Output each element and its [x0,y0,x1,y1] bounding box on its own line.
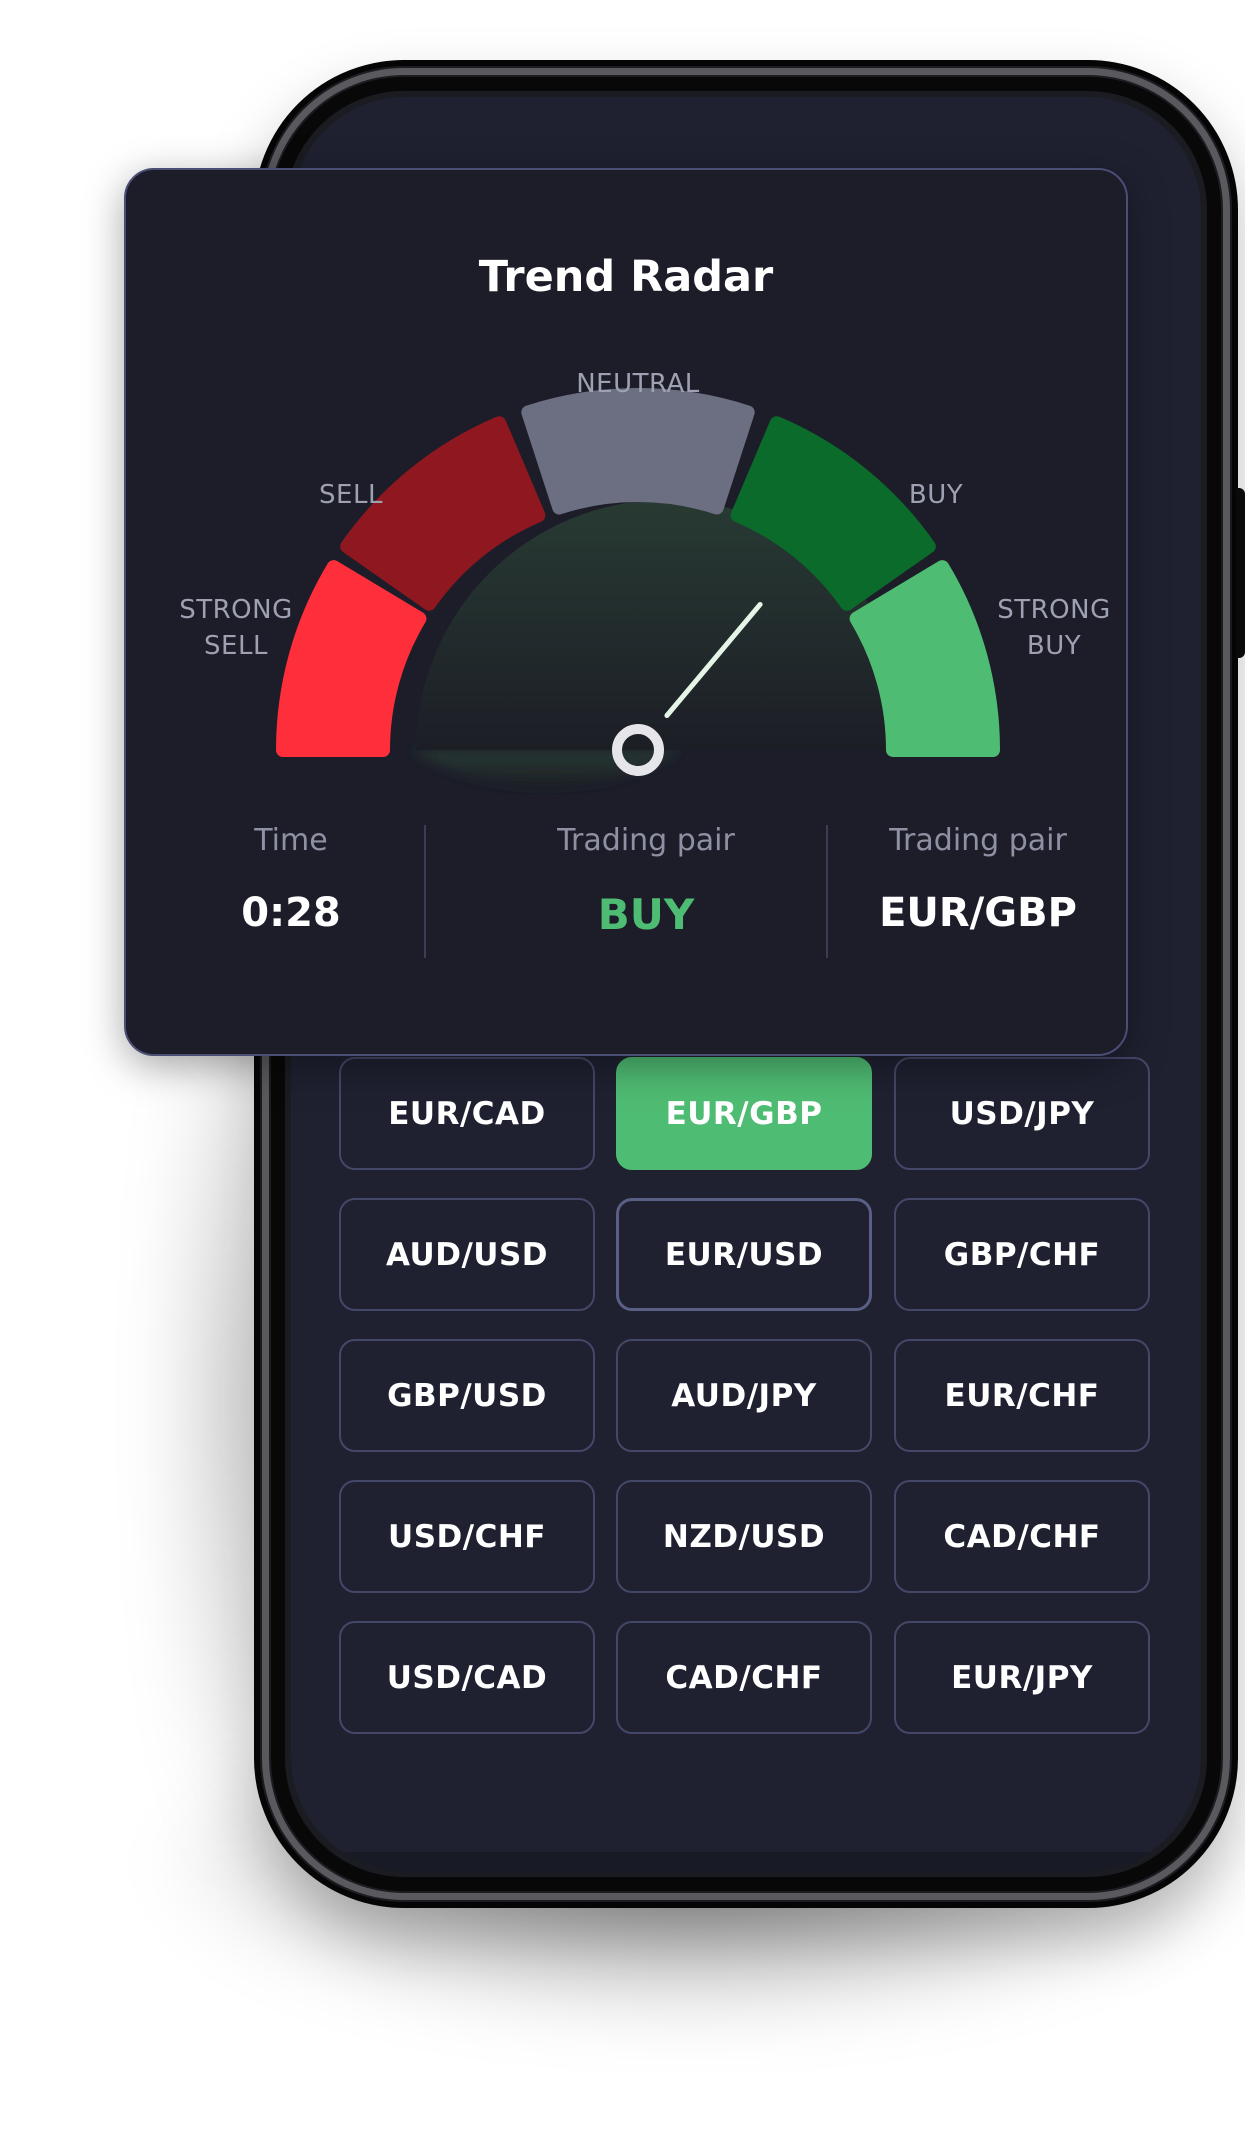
pair-value: EUR/GBP [879,890,1077,936]
pair-button[interactable]: EUR/CAD [339,1057,595,1170]
pair-button[interactable]: CAD/CHF [616,1621,872,1734]
gauge-segment-neutral [521,388,755,515]
pair-button-focused[interactable]: EUR/USD [616,1198,872,1311]
gauge-label-strong-sell: STRONG SELL [146,592,326,664]
pair-button[interactable]: GBP/CHF [894,1198,1150,1311]
pair-button[interactable]: AUD/JPY [616,1339,872,1452]
gauge-label-strong-buy: STRONG BUY [964,592,1144,664]
gauge-label-buy: BUY [908,480,964,510]
signal-label: Trading pair [557,823,735,858]
gauge-label-strong-buy-line2: BUY [1026,631,1082,661]
gauge-label-sell: SELL [319,480,383,510]
gauge-label-neutral: NEUTRAL [576,369,700,399]
phone-side-button [1236,488,1245,658]
trend-radar-card: Trend Radar NEUTRAL SELL BUY STRONG SELL… [124,168,1128,1056]
pair-button[interactable]: USD/CAD [339,1621,595,1734]
signal-value: BUY [597,890,695,939]
time-value: 0:28 [241,890,341,936]
gauge-label-strong-sell-line1: STRONG [179,595,293,625]
pair-button[interactable]: USD/CHF [339,1480,595,1593]
pair-button[interactable]: EUR/JPY [894,1621,1150,1734]
pair-button-selected[interactable]: EUR/GBP [616,1057,872,1170]
pair-label: Trading pair [889,823,1067,858]
time-label: Time [254,823,328,858]
pair-button[interactable]: AUD/USD [339,1198,595,1311]
gauge-label-strong-sell-line2: SELL [204,631,268,661]
pair-grid: EUR/CAD EUR/GBP USD/JPY AUD/USD EUR/USD … [339,1057,1150,1734]
pair-button[interactable]: USD/JPY [894,1057,1150,1170]
bottom-bar [291,1852,1201,1871]
pair-button[interactable]: EUR/CHF [894,1339,1150,1452]
pair-button[interactable]: GBP/USD [339,1339,595,1452]
pair-button[interactable]: CAD/CHF [894,1480,1150,1593]
pair-button[interactable]: NZD/USD [616,1480,872,1593]
gauge-label-strong-buy-line1: STRONG [997,595,1111,625]
